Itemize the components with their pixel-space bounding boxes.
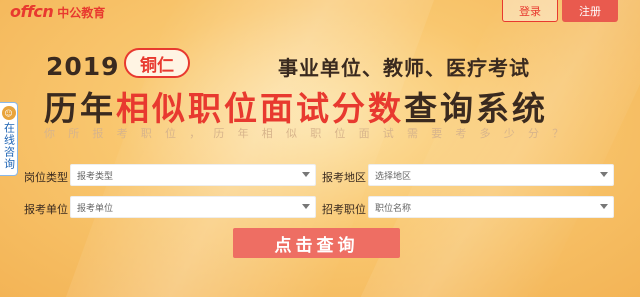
job-type-value: 报考类型 <box>77 171 114 182</box>
job-type-select[interactable]: 报考类型 <box>70 164 316 186</box>
online-consult-tab[interactable]: ☺ 在线咨询 <box>0 102 18 176</box>
banner-tagline: 你所报考职位，历年相似职位面试需要考多少分？ <box>44 127 577 140</box>
logo-mark: offcn <box>10 2 54 21</box>
query-submit-button[interactable]: 点击查询 <box>233 228 400 258</box>
region-label: 报考地区 <box>322 171 366 184</box>
position-select[interactable]: 职位名称 <box>368 196 614 218</box>
chevron-down-icon <box>600 204 608 209</box>
region-select[interactable]: 选择地区 <box>368 164 614 186</box>
job-type-label: 岗位类型 <box>24 171 68 184</box>
banner-title: 历年相似职位面试分数查询系统 <box>44 82 548 130</box>
position-value: 职位名称 <box>375 203 412 214</box>
position-label: 招考职位 <box>322 203 366 216</box>
title-part: 历年 <box>44 89 116 128</box>
logo-text: 中公教育 <box>57 6 106 20</box>
register-button[interactable]: 注册 <box>562 0 618 22</box>
title-part: 查询系统 <box>404 89 548 128</box>
unit-select[interactable]: 报考单位 <box>70 196 316 218</box>
banner-subtitle: 事业单位、教师、医疗考试 <box>278 56 530 80</box>
chevron-down-icon <box>302 204 310 209</box>
login-button[interactable]: 登录 <box>502 0 558 22</box>
title-highlight: 相似职位面试分数 <box>116 89 404 128</box>
region-value: 选择地区 <box>375 171 412 182</box>
online-consult-label: 在线咨询 <box>2 122 16 170</box>
banner-year: 2019 <box>46 52 120 81</box>
chevron-down-icon <box>302 172 310 177</box>
city-badge: 铜仁 <box>124 48 190 78</box>
consult-avatar-icon: ☺ <box>1 106 16 120</box>
unit-label: 报考单位 <box>24 203 68 216</box>
unit-value: 报考单位 <box>77 203 114 214</box>
chevron-down-icon <box>600 172 608 177</box>
brand-logo[interactable]: offcn 中公教育 <box>10 2 105 21</box>
